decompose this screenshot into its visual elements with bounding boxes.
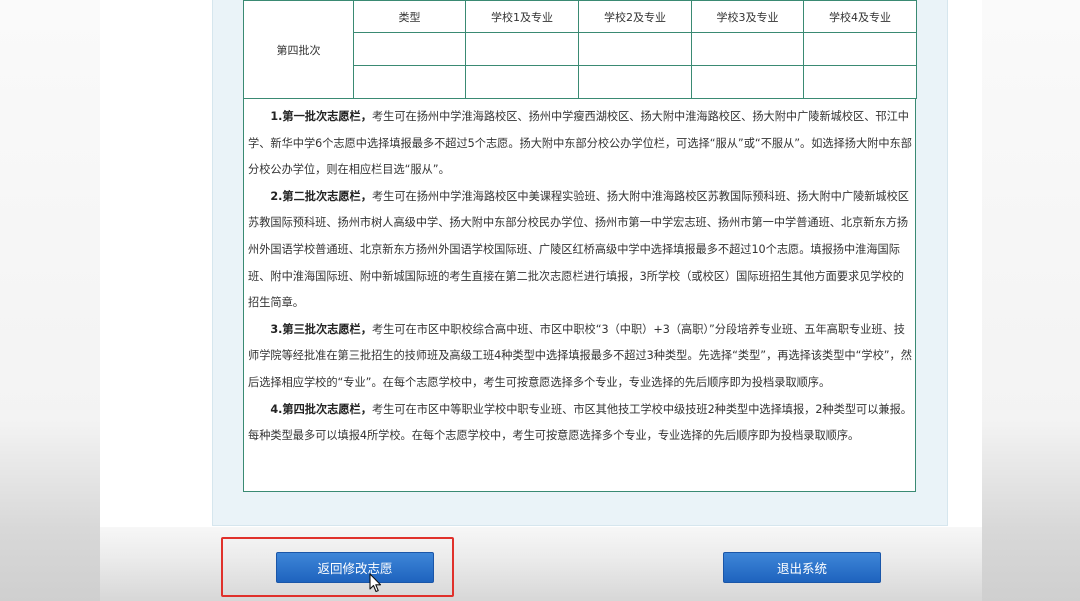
- header-school-3: 学校3及专业: [691, 0, 804, 33]
- header-school-1: 学校1及专业: [465, 0, 579, 33]
- cell-type-2[interactable]: [353, 65, 466, 99]
- note-3-title: 3.第三批次志愿栏，: [270, 322, 372, 336]
- instructions-notes: 1.第一批次志愿栏，考生可在扬州中学淮海路校区、扬州中学瘦西湖校区、扬大附中淮海…: [248, 104, 912, 450]
- right-margin: [982, 0, 1080, 601]
- header-school-4: 学校4及专业: [803, 0, 917, 33]
- back-modify-button[interactable]: 返回修改志愿: [276, 552, 434, 583]
- cell-school-3-2[interactable]: [691, 65, 804, 99]
- note-2-text: 考生可在扬州中学淮海路校区中美课程实验班、扬大附中淮海路校区苏教国际预科班、扬大…: [248, 189, 909, 310]
- cell-school-2-1[interactable]: [578, 32, 692, 66]
- exit-system-button[interactable]: 退出系统: [723, 552, 881, 583]
- mouse-cursor-icon: [369, 573, 382, 593]
- note-1: 1.第一批次志愿栏，考生可在扬州中学淮海路校区、扬州中学瘦西湖校区、扬大附中淮海…: [248, 104, 912, 184]
- note-4: 4.第四批次志愿栏，考生可在市区中等职业学校中职专业班、市区其他技工学校中级技班…: [248, 397, 912, 450]
- batch-four-table: 第四批次 类型 学校1及专业 学校2及专业 学校3及专业 学校4及专业: [243, 0, 917, 99]
- cell-school-2-2[interactable]: [578, 65, 692, 99]
- cell-school-1-1[interactable]: [465, 32, 579, 66]
- note-1-title: 1.第一批次志愿栏，: [270, 110, 372, 123]
- cell-school-3-1[interactable]: [691, 32, 804, 66]
- cell-school-1-2[interactable]: [465, 65, 579, 99]
- cell-school-4-2[interactable]: [803, 65, 917, 99]
- batch-row-label: 第四批次: [243, 0, 354, 99]
- cell-school-4-1[interactable]: [803, 32, 917, 66]
- note-2-title: 2.第二批次志愿栏，: [270, 189, 372, 203]
- note-3: 3.第三批次志愿栏，考生可在市区中职校综合高中班、市区中职校“3（中职）+3（高…: [248, 317, 912, 397]
- left-margin: [0, 0, 100, 601]
- cell-type-1[interactable]: [353, 32, 466, 66]
- note-4-title: 4.第四批次志愿栏，: [270, 402, 372, 416]
- header-school-2: 学校2及专业: [578, 0, 692, 33]
- note-2: 2.第二批次志愿栏，考生可在扬州中学淮海路校区中美课程实验班、扬大附中淮海路校区…: [248, 184, 912, 317]
- header-type: 类型: [353, 0, 466, 33]
